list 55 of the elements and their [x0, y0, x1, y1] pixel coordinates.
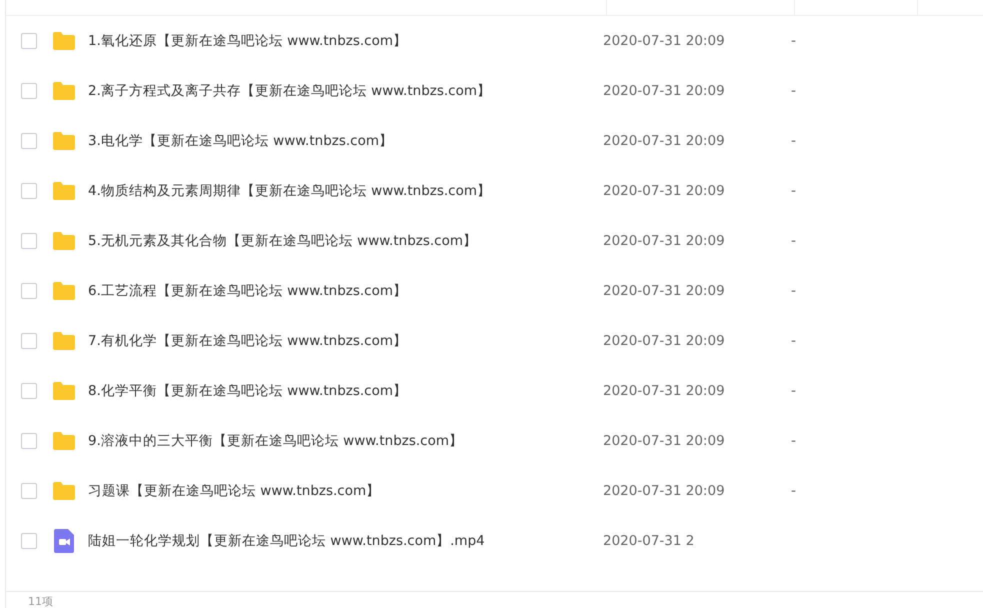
- modified-time: 2020-07-31 20:09: [603, 383, 726, 399]
- checkbox[interactable]: [21, 33, 37, 49]
- file-size: -: [791, 233, 796, 249]
- file-size: -: [791, 83, 796, 99]
- file-name[interactable]: 8.化学平衡【更新在途鸟吧论坛 www.tnbzs.com】: [88, 382, 603, 400]
- checkbox[interactable]: [21, 483, 37, 499]
- file-name[interactable]: 2.离子方程式及离子共存【更新在途鸟吧论坛 www.tnbzs.com】: [88, 82, 603, 100]
- checkbox[interactable]: [21, 133, 37, 149]
- modified-time: 2020-07-31 20:09: [603, 483, 726, 499]
- folder-icon: [52, 231, 76, 251]
- modified-time: 2020-07-31 20:09: [603, 233, 726, 249]
- item-count: 11项: [28, 595, 53, 608]
- file-size: -: [791, 433, 796, 449]
- file-name[interactable]: 6.工艺流程【更新在途鸟吧论坛 www.tnbzs.com】: [88, 282, 603, 300]
- checkbox[interactable]: [21, 183, 37, 199]
- file-name[interactable]: 5.无机元素及其化合物【更新在途鸟吧论坛 www.tnbzs.com】: [88, 232, 603, 250]
- checkbox[interactable]: [21, 383, 37, 399]
- file-size: -: [791, 483, 796, 499]
- file-name[interactable]: 7.有机化学【更新在途鸟吧论坛 www.tnbzs.com】: [88, 332, 603, 350]
- file-size: -: [791, 183, 796, 199]
- file-size: -: [791, 333, 796, 349]
- modified-time: 2020-07-31 20:09: [603, 433, 726, 449]
- file-size: -: [791, 383, 796, 399]
- checkbox[interactable]: [21, 283, 37, 299]
- modified-time: 2020-07-31 20:09: [603, 133, 726, 149]
- modified-time: 2020-07-31 20:09: [603, 283, 726, 299]
- modified-time: 2020-07-31 20:09: [603, 333, 726, 349]
- video-file-icon: [52, 529, 76, 553]
- file-size: -: [791, 283, 796, 299]
- file-size: -: [791, 133, 796, 149]
- file-size: -: [791, 33, 796, 49]
- folder-icon: [52, 431, 76, 451]
- folder-icon: [52, 81, 76, 101]
- folder-icon: [52, 381, 76, 401]
- file-name[interactable]: 习题课【更新在途鸟吧论坛 www.tnbzs.com】: [88, 482, 603, 500]
- file-name[interactable]: 陆姐一轮化学规划【更新在途鸟吧论坛 www.tnbzs.com】.mp4: [88, 532, 603, 550]
- checkbox[interactable]: [21, 333, 37, 349]
- file-name[interactable]: 9.溶液中的三大平衡【更新在途鸟吧论坛 www.tnbzs.com】: [88, 432, 603, 450]
- modified-time: 2020-07-31 20:09: [603, 183, 726, 199]
- folder-icon: [52, 331, 76, 351]
- folder-icon: [52, 131, 76, 151]
- folder-icon: [52, 181, 76, 201]
- checkbox[interactable]: [21, 83, 37, 99]
- modified-time: 2020-07-31 20:09: [603, 33, 726, 49]
- folder-icon: [52, 281, 76, 301]
- modified-time: 2020-07-31 2: [603, 533, 696, 549]
- checkbox[interactable]: [21, 233, 37, 249]
- modified-time: 2020-07-31 20:09: [603, 83, 726, 99]
- folder-icon: [52, 31, 76, 51]
- checkbox[interactable]: [21, 533, 37, 549]
- folder-icon: [52, 481, 76, 501]
- file-name[interactable]: 1.氧化还原【更新在途鸟吧论坛 www.tnbzs.com】: [88, 32, 603, 50]
- checkbox[interactable]: [21, 433, 37, 449]
- file-name[interactable]: 4.物质结构及元素周期律【更新在途鸟吧论坛 www.tnbzs.com】: [88, 182, 603, 200]
- file-name[interactable]: 3.电化学【更新在途鸟吧论坛 www.tnbzs.com】: [88, 132, 603, 150]
